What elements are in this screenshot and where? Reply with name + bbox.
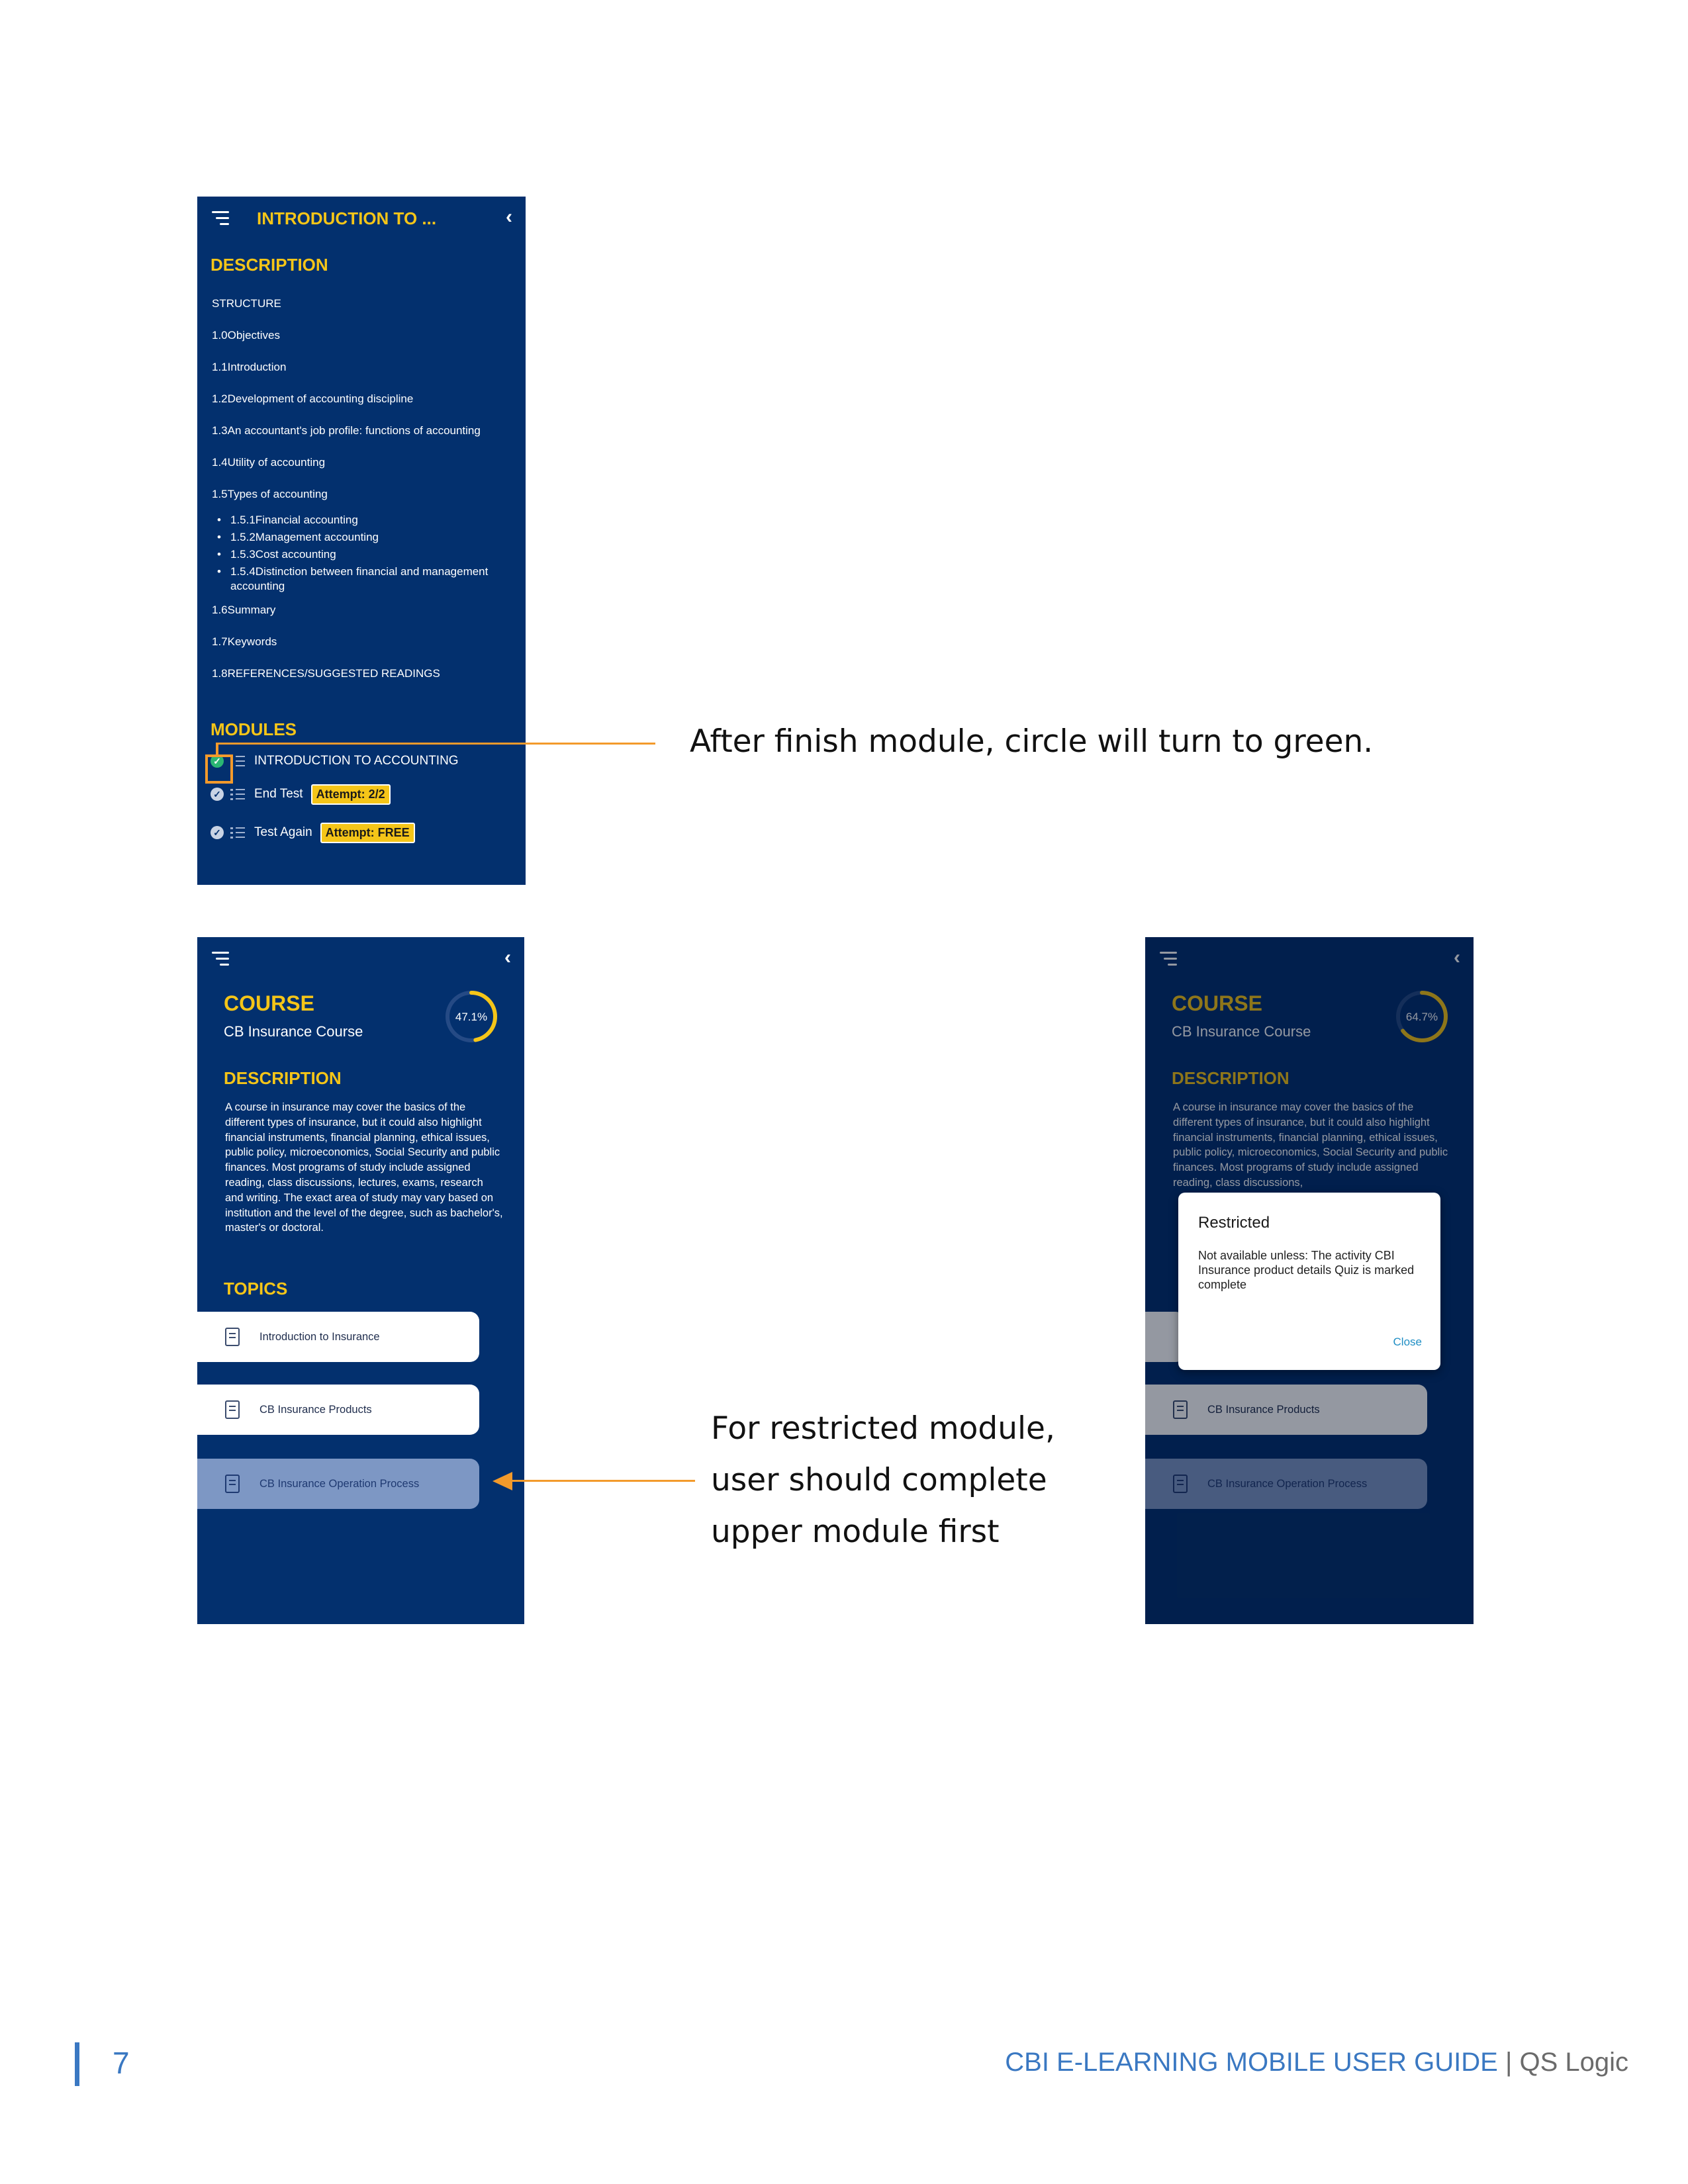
toc-item[interactable]: 1.6Summary [212,604,275,617]
book-icon [225,1475,240,1493]
topic-label: CB Insurance Operation Process [259,1477,420,1490]
toc-item[interactable]: 1.0Objectives [212,329,280,342]
dialog-message: Not available unless: The activity CBI I… [1198,1249,1415,1291]
screenshot-course-topics: ‹ COURSE CB Insurance Course 47.1% DESCR… [197,937,524,1624]
topic-card[interactable]: CB Insurance Products [197,1385,479,1435]
footer-separator: | [1497,2048,1520,2077]
footer-accent-bar [75,2042,79,2086]
description-text: A course in insurance may cover the basi… [225,1101,503,1234]
toc-item[interactable]: 1.4Utility of accounting [212,456,325,469]
book-icon [225,1400,240,1419]
list-icon [230,788,246,801]
caption-green-circle: After finish module, circle will turn to… [690,723,1374,760]
toc-item[interactable]: STRUCTURE [212,297,281,310]
callout-line [216,743,655,745]
module-label: End Test [254,787,303,801]
arrow-line [510,1480,695,1482]
caption-restricted: For restricted module, user should compl… [711,1403,1055,1558]
guide-title: CBI E-LEARNING MOBILE USER GUIDE [1005,2048,1498,2077]
page-number: 7 [113,2046,130,2080]
progress-ring: 47.1% [445,991,497,1042]
attempt-badge: Attempt: FREE [320,822,415,843]
menu-icon[interactable] [212,211,229,226]
description-heading: DESCRIPTION [211,255,328,275]
modules-heading: MODULES [211,719,297,739]
caption-line: For restricted module, [711,1410,1055,1447]
course-name: CB Insurance Course [224,1023,363,1040]
screenshot-restricted-dialog: ‹ COURSE CB Insurance Course 64.7% DESCR… [1145,937,1474,1624]
caption-line: user should complete [711,1462,1047,1498]
topic-label: CB Insurance Products [259,1403,372,1416]
dialog-title: Restricted [1198,1214,1270,1232]
footer-title: CBI E-LEARNING MOBILE USER GUIDE | QS Lo… [1005,2048,1628,2077]
toc-item[interactable]: 1.1Introduction [212,361,286,374]
course-heading: COURSE [224,991,314,1015]
topic-card-restricted[interactable]: CB Insurance Operation Process [197,1459,479,1509]
toc-item[interactable]: 1.7Keywords [212,635,277,649]
module-label: INTRODUCTION TO ACCOUNTING [254,754,459,768]
chevron-left-icon[interactable]: ‹ [504,948,511,968]
toc-item[interactable]: 1.3An accountant's job profile: function… [212,424,481,437]
caption-line: upper module first [711,1514,1000,1550]
check-icon: ✓ [211,788,224,801]
attempt-badge: Attempt: 2/2 [310,784,391,805]
toc-item[interactable]: 1.5Types of accounting [212,488,328,501]
chevron-left-icon[interactable]: ‹ [506,207,512,227]
restricted-dialog: Restricted Not available unless: The act… [1178,1193,1440,1370]
company-name: QS Logic [1519,2048,1628,2077]
highlight-box [205,754,233,784]
progress-label: 47.1% [455,1011,487,1023]
menu-icon[interactable] [212,952,229,966]
list-icon [230,826,246,839]
topic-card[interactable]: Introduction to Insurance [197,1312,479,1362]
screenshot-course-outline: INTRODUCTION TO ... ‹ DESCRIPTION STRUCT… [197,197,526,885]
callout-line [216,743,218,756]
module-item[interactable]: ✓ Test Again Attempt: FREE [211,821,415,844]
toc-item[interactable]: 1.2Development of accounting discipline [212,392,413,406]
module-item[interactable]: ✓ INTRODUCTION TO ACCOUNTING [211,750,459,772]
module-item[interactable]: ✓ End Test Attempt: 2/2 [211,783,391,805]
topics-heading: TOPICS [224,1279,288,1298]
close-button[interactable]: Close [1393,1336,1422,1349]
book-icon [225,1328,240,1346]
check-icon: ✓ [211,826,224,839]
toc-item[interactable]: 1.8REFERENCES/SUGGESTED READINGS [212,667,440,680]
screen-title: INTRODUCTION TO ... [257,208,437,228]
description-heading: DESCRIPTION [224,1068,342,1088]
module-label: Test Again [254,825,312,839]
topic-label: Introduction to Insurance [259,1330,380,1343]
arrow-head-icon [492,1472,512,1490]
